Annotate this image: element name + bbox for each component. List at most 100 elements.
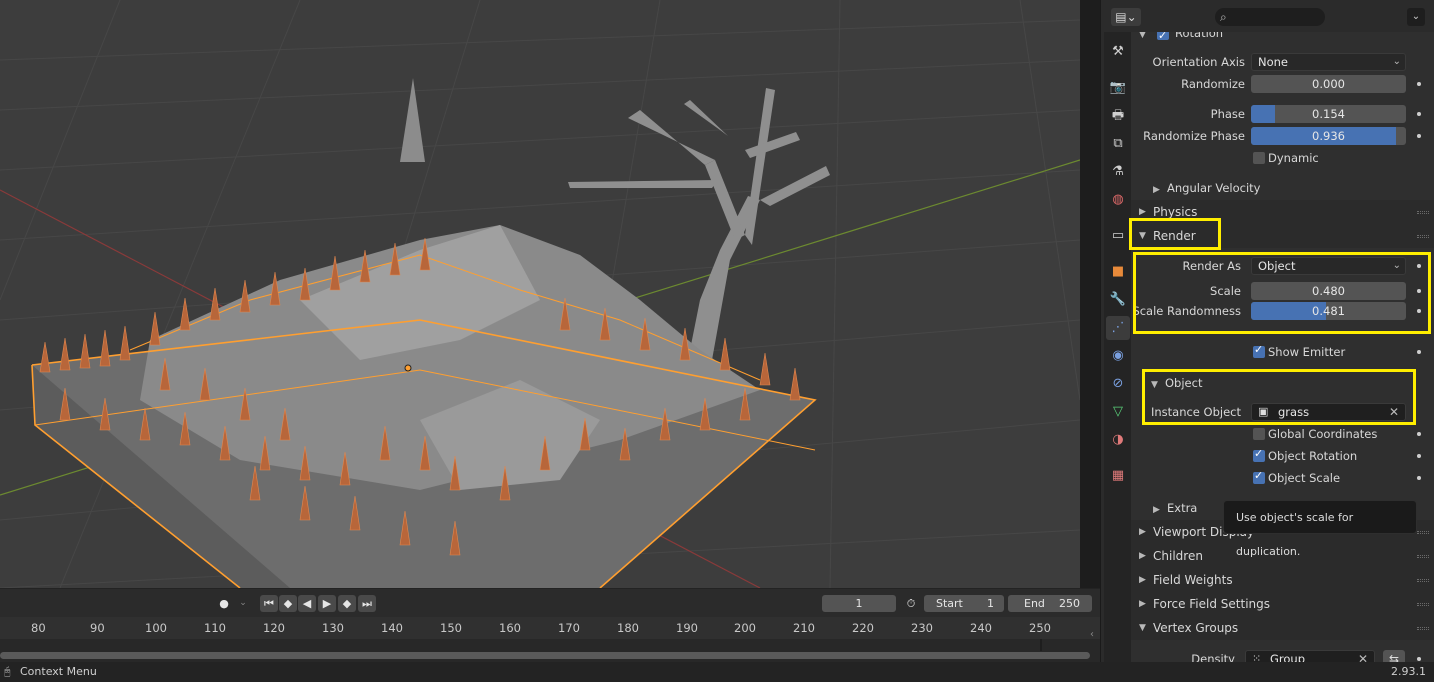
texture-tab-icon[interactable]: ▦ <box>1106 464 1130 488</box>
instance-object-field[interactable]: ▣ grass ✕ <box>1251 403 1406 421</box>
record-icon[interactable]: ● <box>215 595 233 612</box>
timeline-ruler[interactable]: 80 90 100 110 120 130 140 150 160 170 18… <box>0 617 1100 639</box>
drag-grip-icon[interactable] <box>1417 627 1429 630</box>
keyframe-dot-icon[interactable] <box>1417 82 1421 86</box>
tooltip: Use object's scale for duplication. <box>1223 500 1417 558</box>
keyframe-dot-icon[interactable] <box>1417 476 1421 480</box>
scene-tab-icon[interactable]: ⚗ <box>1106 160 1130 184</box>
properties-search-input[interactable]: ⌕ <box>1215 8 1325 26</box>
keyframe-dot-icon[interactable] <box>1417 134 1421 138</box>
force-field-settings-title: Force Field Settings <box>1153 597 1271 611</box>
ruler-tick: 90 <box>90 621 105 635</box>
object-data-icon: ▣ <box>1258 405 1269 418</box>
timeline-track-area[interactable] <box>0 639 1100 663</box>
clear-x-icon[interactable]: ✕ <box>1389 404 1399 420</box>
constraints-tab-icon[interactable]: ⊘ <box>1106 372 1130 396</box>
ruler-tick: 140 <box>381 621 403 635</box>
timeline-header: ● ⌄ ⏮ ◆ ◀ ▶ ◆ ⏭ 1 ⏱ Start 1 End 250 <box>0 589 1100 617</box>
density-group-field[interactable]: ⁙ Group ✕ <box>1245 650 1375 662</box>
play-reverse-icon[interactable]: ◀ <box>298 595 316 612</box>
physics-tab-icon[interactable]: ◉ <box>1106 344 1130 368</box>
start-frame-field[interactable]: Start 1 <box>924 595 1004 612</box>
angular-velocity-title: Angular Velocity <box>1167 181 1261 195</box>
drag-grip-icon[interactable] <box>1417 579 1429 582</box>
keyframe-dot-icon[interactable] <box>1417 112 1421 116</box>
randomize-phase-value: 0.936 <box>1312 129 1345 143</box>
ruler-tick: 230 <box>911 621 933 635</box>
modifier-tab-icon[interactable]: 🔧 <box>1106 288 1130 312</box>
jump-to-start-icon[interactable]: ⏮ <box>260 595 278 612</box>
dynamic-checkbox[interactable] <box>1253 152 1265 164</box>
keyframe-dot-icon[interactable] <box>1417 350 1421 354</box>
collapse-chevron-icon[interactable]: ‹ <box>1090 629 1094 640</box>
object-title: Object <box>1165 376 1203 390</box>
particles-tab-icon[interactable]: ⋰ <box>1106 316 1130 340</box>
keyframe-dot-icon[interactable] <box>1417 657 1421 661</box>
keyframe-dot-icon[interactable] <box>1417 264 1421 268</box>
tool-tab-icon[interactable]: ⚒ <box>1106 40 1130 64</box>
phase-slider[interactable]: 0.154 <box>1251 105 1406 123</box>
material-tab-icon[interactable]: ◑ <box>1106 428 1130 452</box>
rotation-subpanel-header[interactable]: ▼ Rotation <box>1139 32 1429 47</box>
object-scale-checkbox[interactable] <box>1253 469 1265 484</box>
object-subpanel-header[interactable]: ▼ Object <box>1151 372 1421 394</box>
show-emitter-checkbox[interactable] <box>1253 343 1265 358</box>
clear-x-icon[interactable]: ✕ <box>1358 651 1368 662</box>
render-panel-header[interactable]: ▼ Render <box>1131 224 1434 248</box>
physics-panel-header[interactable]: ▶ Physics <box>1131 200 1434 224</box>
start-frame-value: 1 <box>987 597 994 610</box>
current-frame-field[interactable]: 1 <box>822 595 896 612</box>
preview-range-stopwatch-icon[interactable]: ⏱ <box>902 595 920 612</box>
render-as-label: Render As <box>1182 259 1241 273</box>
vertex-groups-panel-header[interactable]: ▼ Vertex Groups <box>1131 616 1434 640</box>
randomize-phase-slider[interactable]: 0.936 <box>1251 127 1406 145</box>
orientation-axis-label: Orientation Axis <box>1152 55 1245 69</box>
timeline-scrollbar[interactable] <box>0 652 1090 659</box>
keyframe-dot-icon[interactable] <box>1417 432 1421 436</box>
drag-grip-icon[interactable] <box>1417 235 1429 238</box>
status-bar: 🖰 Context Menu 2.93.1 <box>0 662 1434 682</box>
collapsed-arrow-icon: ▶ <box>1139 207 1146 217</box>
invert-group-toggle-icon[interactable]: ⇆ <box>1383 650 1405 662</box>
global-coordinates-checkbox[interactable] <box>1253 428 1265 440</box>
ruler-tick: 240 <box>970 621 992 635</box>
play-icon[interactable]: ▶ <box>318 595 336 612</box>
end-frame-field[interactable]: End 250 <box>1008 595 1092 612</box>
render-tab-icon[interactable]: 📷 <box>1106 76 1130 100</box>
angular-velocity-subpanel-header[interactable]: ▶ Angular Velocity <box>1153 177 1423 199</box>
rotation-title: Rotation <box>1175 32 1224 40</box>
keyframe-dot-icon[interactable] <box>1417 289 1421 293</box>
randomize-field[interactable]: 0.000 <box>1251 75 1406 93</box>
options-chevron-icon[interactable]: ⌄ <box>1407 8 1425 26</box>
world-tab-icon[interactable]: ◍ <box>1106 188 1130 212</box>
drag-grip-icon[interactable] <box>1417 555 1429 558</box>
orientation-axis-dropdown[interactable]: None ⌄ <box>1251 53 1406 71</box>
ruler-tick: 120 <box>263 621 285 635</box>
data-tab-icon[interactable]: ▽ <box>1106 400 1130 424</box>
view-layer-tab-icon[interactable]: ⧉ <box>1106 132 1130 156</box>
scale-field[interactable]: 0.480 <box>1251 282 1406 300</box>
ruler-tick: 200 <box>734 621 756 635</box>
timeline-editor[interactable]: ● ⌄ ⏮ ◆ ◀ ▶ ◆ ⏭ 1 ⏱ Start 1 End 250 80 9… <box>0 588 1100 663</box>
output-tab-icon[interactable]: 🖶 <box>1106 104 1130 128</box>
scale-randomness-slider[interactable]: 0.481 <box>1251 302 1406 320</box>
3d-viewport[interactable] <box>0 0 1080 588</box>
jump-to-keyframe-back-icon[interactable]: ◆ <box>279 595 297 612</box>
collection-tab-icon[interactable]: ▭ <box>1106 224 1130 248</box>
drag-grip-icon[interactable] <box>1417 531 1429 534</box>
jump-to-end-icon[interactable]: ⏭ <box>358 595 376 612</box>
record-options-chevron-icon[interactable]: ⌄ <box>236 595 250 612</box>
object-rotation-checkbox[interactable] <box>1253 447 1265 462</box>
keyframe-dot-icon[interactable] <box>1417 454 1421 458</box>
object-tab-icon[interactable]: ■ <box>1106 260 1130 284</box>
drag-grip-icon[interactable] <box>1417 211 1429 214</box>
field-weights-panel-header[interactable]: ▶ Field Weights <box>1131 568 1434 592</box>
rotation-checkbox[interactable] <box>1157 32 1169 47</box>
render-as-dropdown[interactable]: Object ⌄ <box>1251 257 1406 275</box>
drag-grip-icon[interactable] <box>1417 603 1429 606</box>
keyframe-dot-icon[interactable] <box>1417 309 1421 313</box>
expand-arrow-icon: ▼ <box>1139 623 1146 633</box>
force-field-settings-panel-header[interactable]: ▶ Force Field Settings <box>1131 592 1434 616</box>
editor-type-icon[interactable]: ▤⌄ <box>1111 8 1141 26</box>
jump-to-keyframe-forward-icon[interactable]: ◆ <box>338 595 356 612</box>
